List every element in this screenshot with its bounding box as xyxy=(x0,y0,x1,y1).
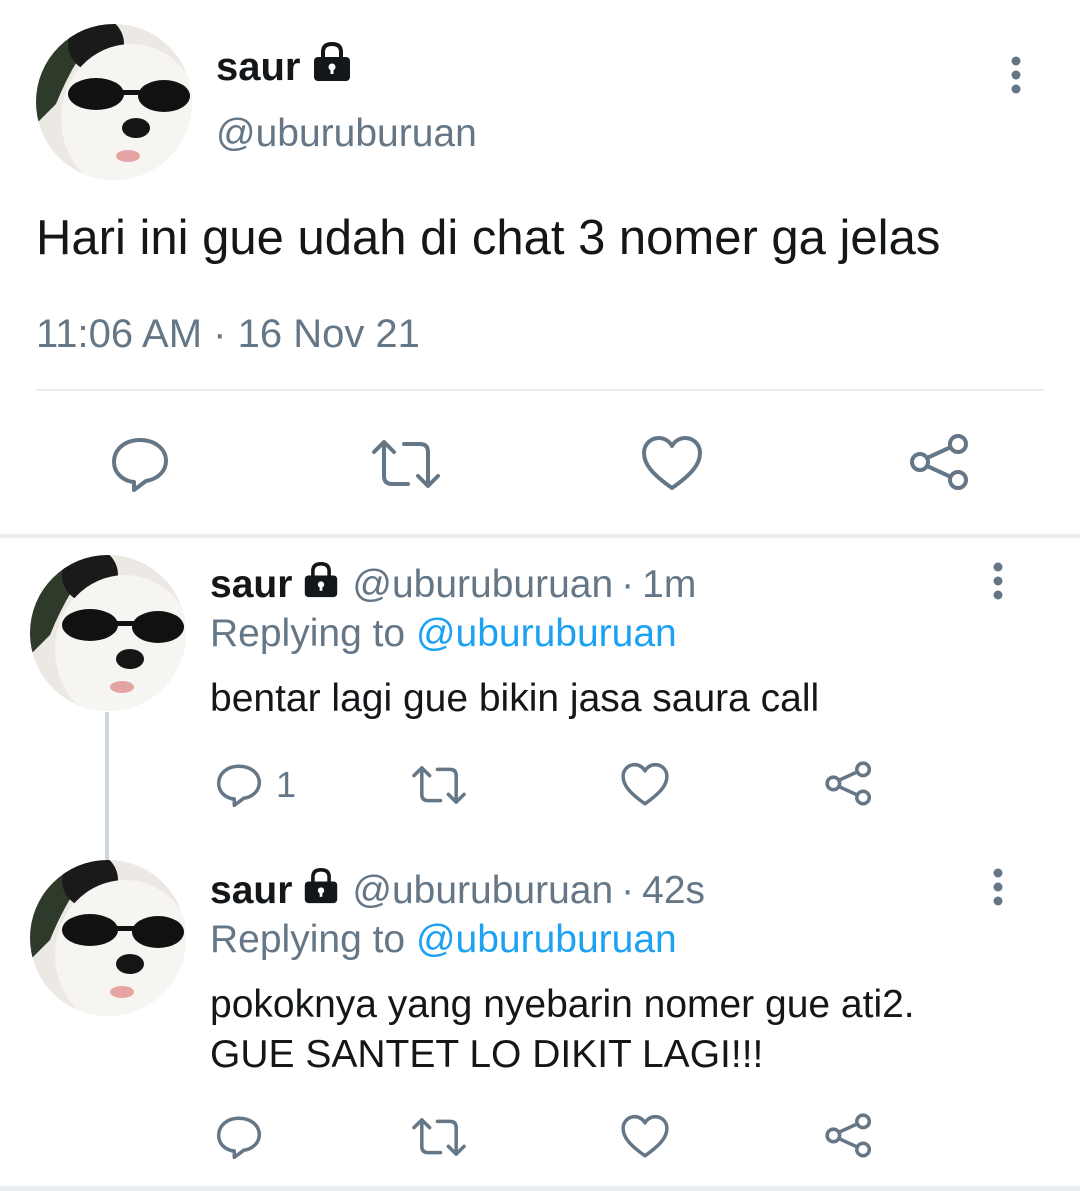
more-icon[interactable] xyxy=(988,562,1008,607)
handle[interactable]: @uburuburuan xyxy=(352,563,613,607)
separator-dot: · xyxy=(621,869,635,912)
share-button[interactable] xyxy=(824,1112,874,1162)
reply-actions: 1 xyxy=(0,760,1080,816)
tweet-timestamp[interactable]: 11:06 AM · 16 Nov 21 xyxy=(36,312,420,357)
retweet-button[interactable] xyxy=(370,432,442,501)
separator-dot: · xyxy=(621,563,635,606)
retweet-icon xyxy=(412,766,466,804)
avatar[interactable] xyxy=(30,555,186,711)
retweet-button[interactable] xyxy=(410,1112,468,1162)
more-icon[interactable] xyxy=(1006,56,1026,101)
reply-header: saur @uburuburuan · 42s xyxy=(210,867,705,914)
share-button[interactable] xyxy=(908,432,972,501)
like-icon xyxy=(621,762,669,806)
share-icon xyxy=(825,1113,872,1158)
reply-count: 1 xyxy=(276,764,297,805)
display-name[interactable]: saur xyxy=(210,563,292,607)
like-icon xyxy=(642,436,702,490)
reply-icon xyxy=(112,438,168,492)
display-name[interactable]: saur xyxy=(210,869,292,913)
tweet-detail-page: saur @uburuburuan Hari ini gue udah di c… xyxy=(0,0,1080,1191)
retweet-icon xyxy=(412,1118,466,1156)
replying-to: Replying to @uburuburuan xyxy=(210,918,677,962)
relative-time[interactable]: 1m xyxy=(642,563,696,607)
tweet-text: Hari ini gue udah di chat 3 nomer ga jel… xyxy=(36,211,941,265)
main-tweet-handle[interactable]: @uburuburuan xyxy=(216,112,477,156)
more-icon[interactable] xyxy=(988,868,1008,913)
handle[interactable]: @uburuburuan xyxy=(352,869,613,913)
divider xyxy=(36,389,1044,391)
avatar[interactable] xyxy=(30,860,186,1016)
display-name: saur xyxy=(216,44,301,89)
divider xyxy=(0,1186,1080,1191)
share-icon xyxy=(825,761,872,806)
reply-button[interactable]: 1 xyxy=(214,760,296,810)
share-icon xyxy=(910,434,968,490)
reply-text: pokoknya yang nyebarin nomer gue ati2. G… xyxy=(210,980,915,1080)
tweet-actions xyxy=(0,432,1080,496)
like-button[interactable] xyxy=(640,432,704,501)
share-button[interactable] xyxy=(824,760,874,810)
like-button[interactable] xyxy=(620,1112,670,1162)
reply-text-line: pokoknya yang nyebarin nomer gue ati2. xyxy=(210,983,915,1026)
reply-icon xyxy=(216,1116,262,1160)
main-tweet-author[interactable]: saur xyxy=(216,41,353,92)
reply-icon xyxy=(216,764,262,808)
replying-mention[interactable]: @uburuburuan xyxy=(416,612,677,655)
reply-text: bentar lagi gue bikin jasa saura call xyxy=(210,674,819,724)
replying-to: Replying to @uburuburuan xyxy=(210,612,677,656)
retweet-button[interactable] xyxy=(410,760,468,810)
replying-prefix: Replying to xyxy=(210,612,416,655)
reply-button[interactable] xyxy=(214,1112,264,1162)
reply-actions xyxy=(0,1112,1080,1168)
like-button[interactable] xyxy=(620,760,670,810)
lock-icon xyxy=(311,41,353,92)
relative-time[interactable]: 42s xyxy=(642,869,705,913)
lock-icon xyxy=(302,561,340,608)
replying-prefix: Replying to xyxy=(210,918,416,961)
like-icon xyxy=(621,1114,669,1158)
reply-text-line: GUE SANTET LO DIKIT LAGI!!! xyxy=(210,1033,764,1076)
section-divider xyxy=(0,534,1080,538)
reply-button[interactable] xyxy=(108,432,172,501)
lock-icon xyxy=(302,867,340,914)
retweet-icon xyxy=(372,440,440,488)
replying-mention[interactable]: @uburuburuan xyxy=(416,918,677,961)
reply-header: saur @uburuburuan · 1m xyxy=(210,561,696,608)
reply-text-line: bentar lagi gue bikin jasa saura call xyxy=(210,677,820,720)
avatar[interactable] xyxy=(36,24,192,180)
